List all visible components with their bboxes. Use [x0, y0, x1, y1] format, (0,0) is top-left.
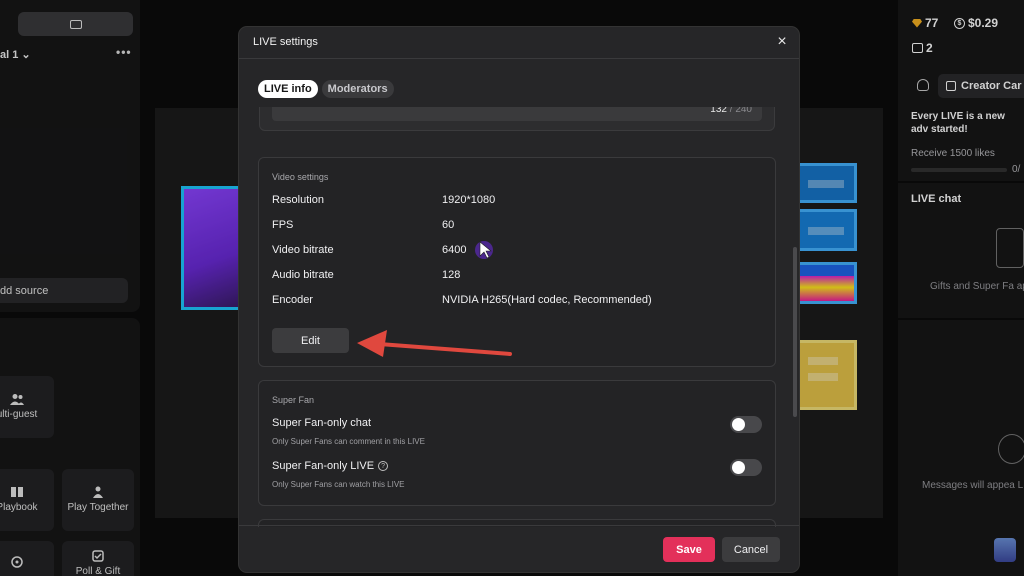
- help-icon[interactable]: ?: [378, 461, 389, 471]
- super-fan-live-title: Super Fan-only LIVE?: [272, 460, 389, 472]
- modal-tabs: LIVE info Moderators: [258, 80, 394, 98]
- audio-bitrate-label: Audio bitrate: [272, 269, 334, 281]
- section-label: Super Fan: [272, 395, 315, 405]
- close-icon[interactable]: ×: [774, 34, 790, 50]
- settings-scroll-area[interactable]: 132 / 240 Video settings Resolution 1920…: [239, 107, 799, 527]
- super-fan-chat-subtitle: Only Super Fans can comment in this LIVE: [272, 437, 425, 446]
- save-button[interactable]: Save: [663, 537, 715, 562]
- scrollbar[interactable]: [793, 247, 797, 417]
- video-bitrate-label: Video bitrate: [272, 244, 334, 256]
- tab-live-info[interactable]: LIVE info: [258, 80, 318, 98]
- resolution-value: 1920*1080: [442, 194, 496, 206]
- modal-title: LIVE settings: [253, 36, 318, 48]
- audio-bitrate-value: 128: [442, 269, 461, 281]
- fps-value: 60: [442, 219, 455, 231]
- super-fan-chat-title: Super Fan-only chat: [272, 417, 372, 429]
- super-fan-section: Super Fan Super Fan-only chat Only Super…: [258, 380, 776, 506]
- title-input[interactable]: [272, 107, 762, 121]
- live-settings-modal: LIVE settings × LIVE info Moderators 132…: [239, 27, 799, 572]
- live-title-field[interactable]: 132 / 240: [259, 107, 775, 131]
- divider: [239, 58, 799, 59]
- encoder-value: NVIDIA H265(Hard codec, Recommended): [442, 294, 652, 306]
- video-bitrate-value: 6400: [442, 244, 467, 256]
- super-fan-live-toggle[interactable]: [730, 459, 762, 476]
- super-fan-live-subtitle: Only Super Fans can watch this LIVE: [272, 480, 405, 489]
- divider: [239, 525, 799, 526]
- encoder-label: Encoder: [272, 294, 313, 306]
- char-count: 132 / 240: [710, 107, 752, 115]
- section-label: Video settings: [272, 172, 329, 182]
- fps-label: FPS: [272, 219, 294, 231]
- super-fan-chat-toggle[interactable]: [730, 416, 762, 433]
- edit-video-settings-button[interactable]: Edit: [272, 328, 349, 353]
- video-settings-section: Video settings Resolution 1920*1080 FPS …: [258, 157, 776, 367]
- tab-moderators[interactable]: Moderators: [321, 80, 394, 98]
- resolution-label: Resolution: [272, 194, 324, 206]
- cancel-button[interactable]: Cancel: [722, 537, 780, 562]
